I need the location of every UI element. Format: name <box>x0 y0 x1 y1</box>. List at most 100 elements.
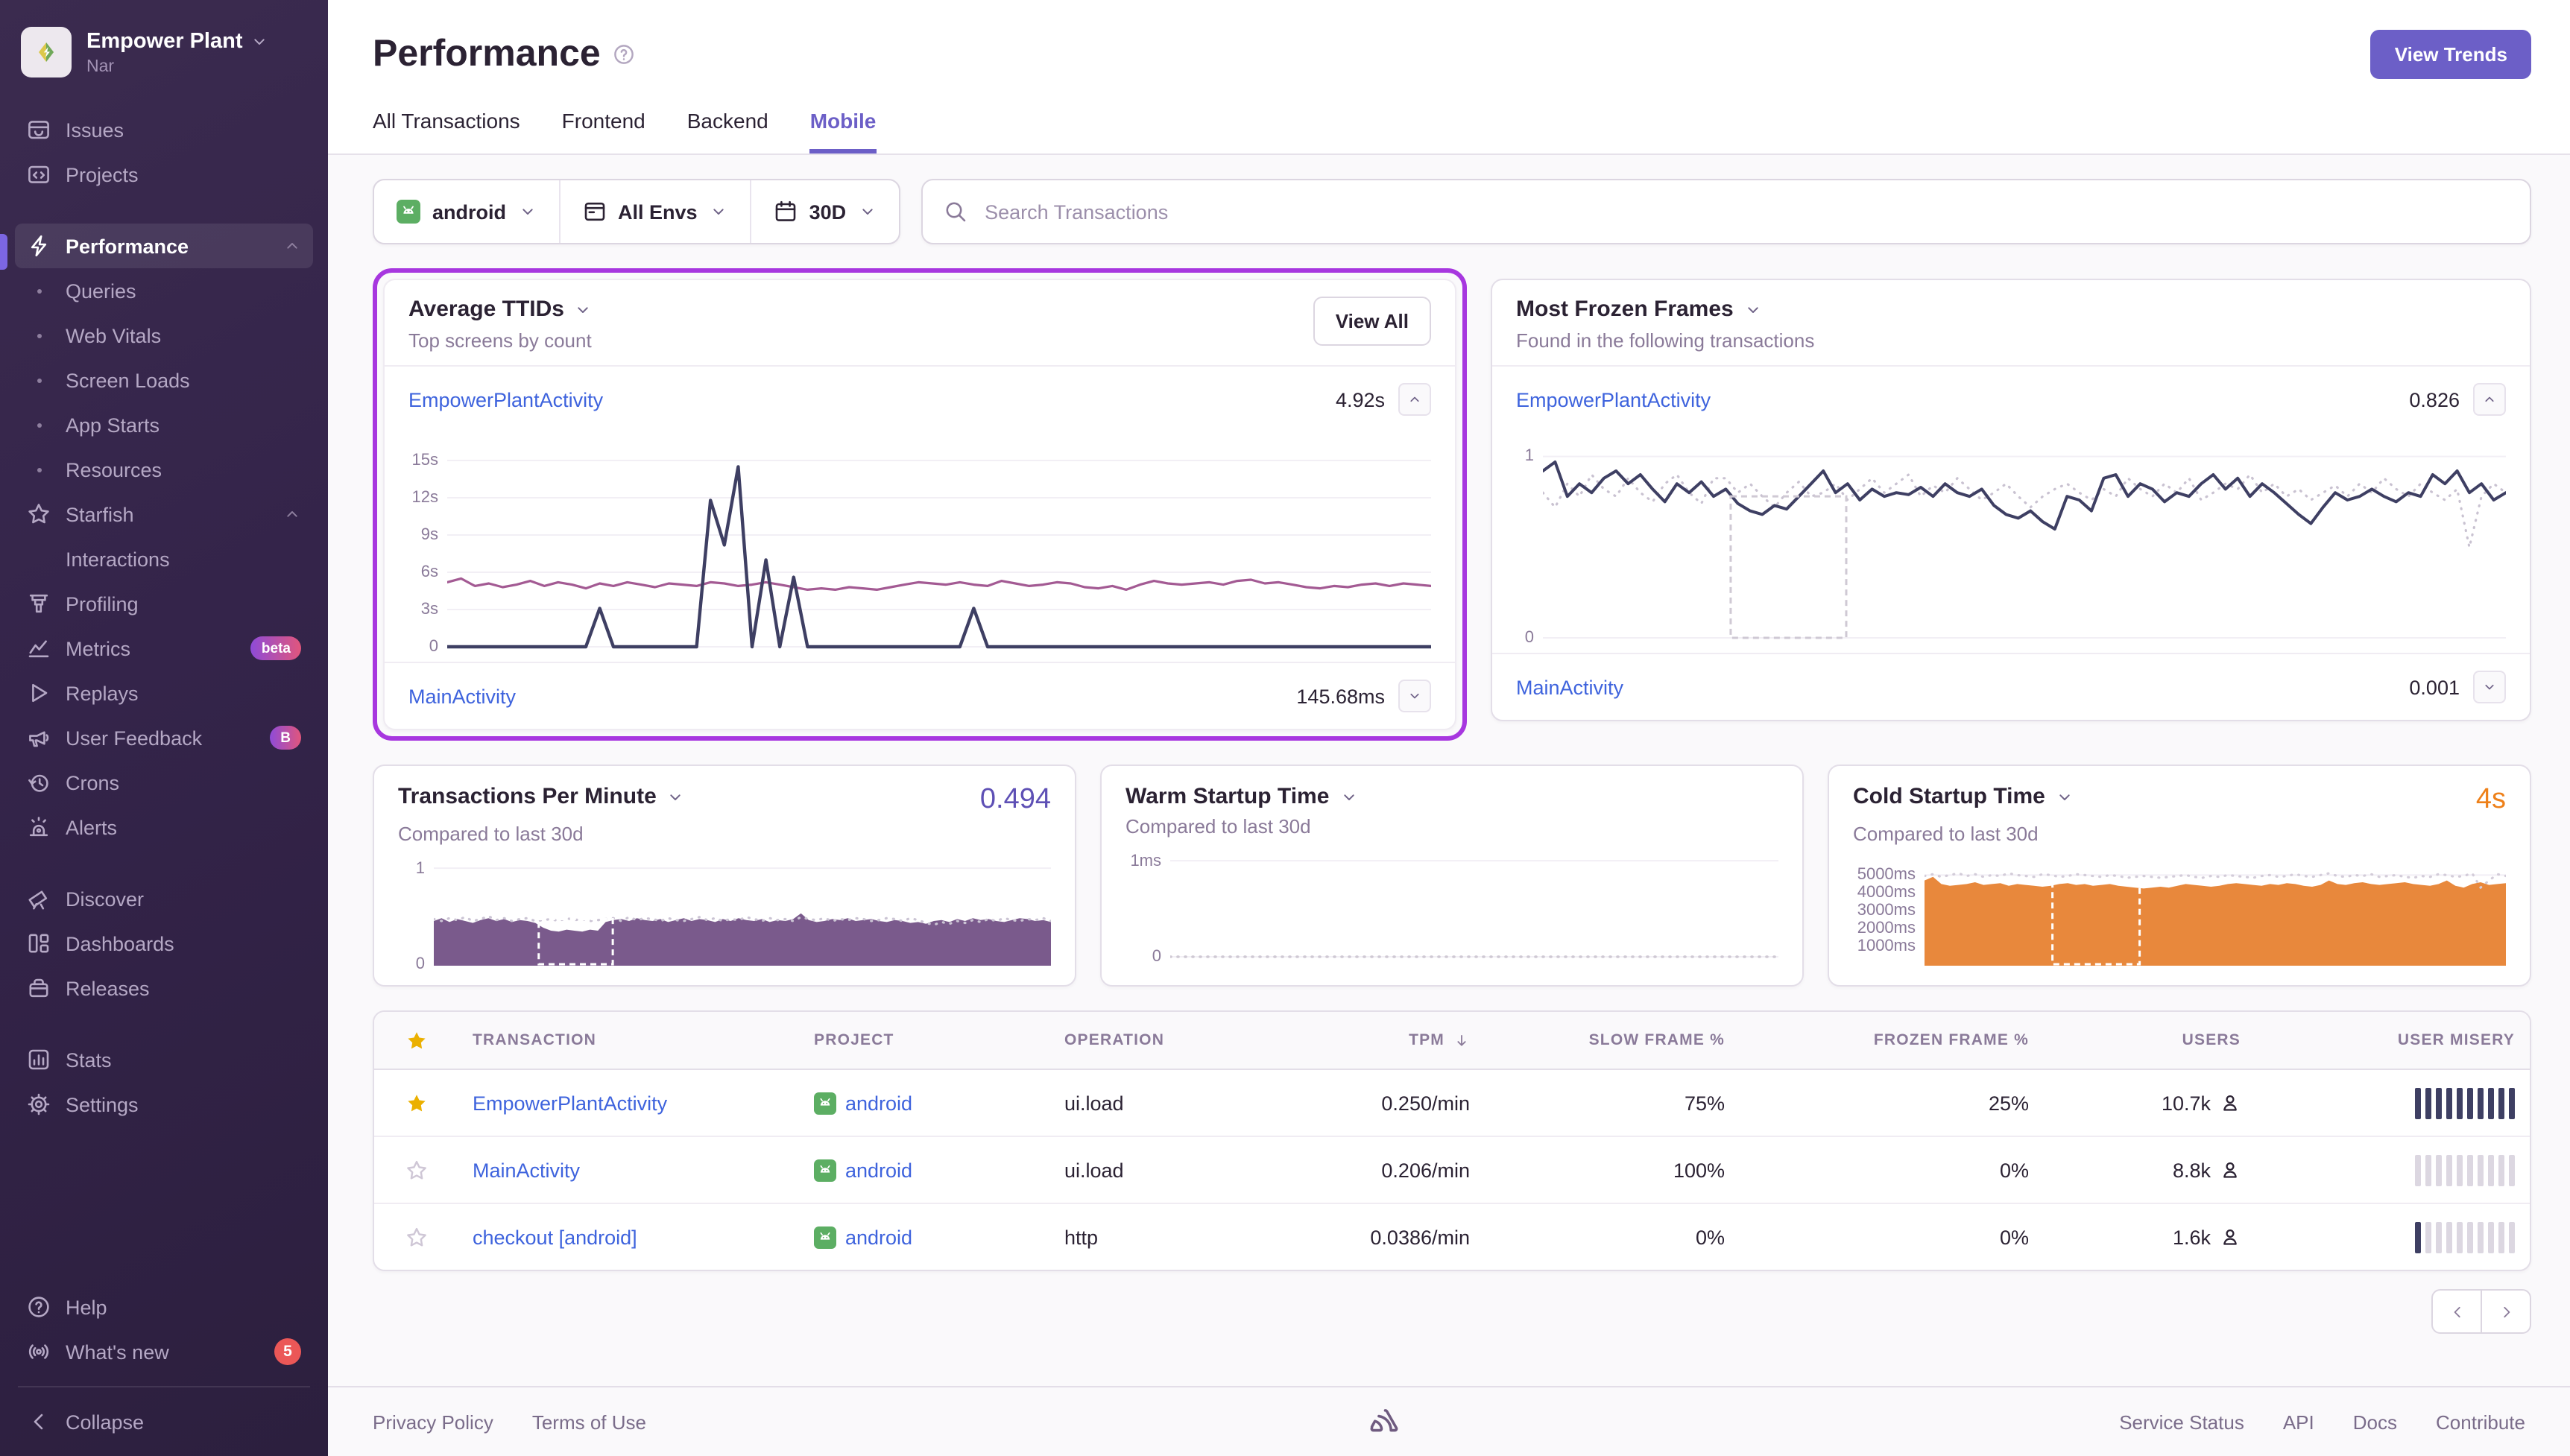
service-status-link[interactable]: Service Status <box>2119 1411 2244 1433</box>
privacy-policy-link[interactable]: Privacy Policy <box>373 1411 493 1433</box>
frozen-value: 0.001 <box>2409 676 2460 698</box>
sidebar-item-profiling[interactable]: Profiling <box>15 581 313 626</box>
column-header-star <box>374 1029 458 1051</box>
column-header-misery[interactable]: USER MISERY <box>2255 1031 2530 1049</box>
sidebar-item-label: Alerts <box>66 816 301 838</box>
date-range-filter[interactable]: 30D <box>750 180 899 243</box>
sidebar-item-issues[interactable]: Issues <box>15 107 313 152</box>
transaction-link[interactable]: MainActivity <box>473 1159 580 1181</box>
column-header-transaction[interactable]: TRANSACTION <box>458 1031 799 1049</box>
sidebar-item-crons[interactable]: Crons <box>15 760 313 805</box>
page-title: Performance <box>373 33 601 76</box>
expand-row-button[interactable] <box>2473 671 2506 703</box>
warm-startup-title-dropdown[interactable]: Warm Startup Time <box>1125 784 1357 809</box>
star-outline-icon[interactable] <box>405 1226 427 1248</box>
search-input[interactable] <box>982 199 2509 224</box>
sidebar-item-user-feedback[interactable]: User FeedbackB <box>15 715 313 760</box>
tab-mobile[interactable]: Mobile <box>810 109 877 153</box>
project-filter[interactable]: android <box>374 180 558 243</box>
sidebar-item-app-starts[interactable]: App Starts <box>15 402 313 447</box>
cold-startup-chart[interactable] <box>1925 860 2506 967</box>
tpm-chart[interactable] <box>434 860 1051 967</box>
transaction-link[interactable]: EmpowerPlantActivity <box>408 388 603 411</box>
cold-startup-title-dropdown[interactable]: Cold Startup Time <box>1853 784 2074 809</box>
tpm-title-dropdown[interactable]: Transactions Per Minute <box>398 784 685 809</box>
view-all-button[interactable]: View All <box>1313 297 1431 346</box>
star-outline-icon[interactable] <box>405 1159 427 1181</box>
sidebar-item-web-vitals[interactable]: Web Vitals <box>15 313 313 358</box>
ttid-row-mainactivity: MainActivity 145.68ms <box>385 662 1455 729</box>
y-tick-label: 15s <box>412 452 439 469</box>
transaction-link[interactable]: EmpowerPlantActivity <box>473 1092 667 1114</box>
api-link[interactable]: API <box>2283 1411 2314 1433</box>
star-filled-icon[interactable] <box>405 1092 427 1114</box>
sidebar-item-dashboards[interactable]: Dashboards <box>15 921 313 966</box>
sidebar-item-replays[interactable]: Replays <box>15 671 313 715</box>
tab-backend[interactable]: Backend <box>687 109 768 153</box>
org-switcher[interactable]: Empower Plant Nar <box>0 18 328 86</box>
collapse-row-button[interactable] <box>2473 383 2506 416</box>
expand-row-button[interactable] <box>1398 680 1431 712</box>
terms-of-use-link[interactable]: Terms of Use <box>532 1411 646 1433</box>
frozen-frames-subtitle: Found in the following transactions <box>1516 329 1814 352</box>
transaction-link[interactable]: EmpowerPlantActivity <box>1516 388 1711 411</box>
sidebar-item-interactions[interactable]: Interactions <box>15 536 313 581</box>
transaction-link[interactable]: checkout [android] <box>473 1226 637 1248</box>
sidebar-item-label: Web Vitals <box>66 324 301 346</box>
slow-frame-value: 0% <box>1696 1226 1725 1248</box>
sidebar: Empower Plant Nar IssuesProjects Performa… <box>0 0 328 1456</box>
docs-link[interactable]: Docs <box>2353 1411 2397 1433</box>
frozen-frames-chart[interactable] <box>1543 441 2506 641</box>
sidebar-item-screen-loads[interactable]: Screen Loads <box>15 358 313 402</box>
warm-y-axis: 1ms0 <box>1125 852 1170 960</box>
sidebar-item-starfish[interactable]: Starfish <box>15 492 313 536</box>
sidebar-item-stats[interactable]: Stats <box>15 1037 313 1082</box>
sidebar-item-settings[interactable]: Settings <box>15 1082 313 1127</box>
contribute-link[interactable]: Contribute <box>2436 1411 2525 1433</box>
sidebar-item-help[interactable]: Help <box>15 1285 313 1329</box>
sidebar-item-what-s-new[interactable]: What's new5 <box>15 1329 313 1374</box>
sidebar-item-queries[interactable]: Queries <box>15 268 313 313</box>
sidebar-item-collapse[interactable]: Collapse <box>15 1399 313 1444</box>
warm-chart-svg <box>1170 852 1778 960</box>
project-link[interactable]: android <box>845 1226 912 1248</box>
cold-startup-value: 4s <box>2476 784 2506 817</box>
transaction-link[interactable]: MainActivity <box>1516 676 1623 698</box>
column-header-operation[interactable]: OPERATION <box>1049 1031 1269 1049</box>
sidebar-item-releases[interactable]: Releases <box>15 966 313 1010</box>
column-header-frozen[interactable]: FROZEN FRAME % <box>1740 1031 2044 1049</box>
sidebar-item-projects[interactable]: Projects <box>15 152 313 197</box>
column-header-project[interactable]: PROJECT <box>799 1031 1049 1049</box>
org-avatar <box>21 27 72 77</box>
frozen-frames-title-dropdown[interactable]: Most Frozen Frames <box>1516 297 1814 322</box>
sidebar-divider <box>18 1386 310 1387</box>
transaction-link[interactable]: MainActivity <box>408 685 516 707</box>
tab-frontend[interactable]: Frontend <box>562 109 645 153</box>
ttid-chart[interactable] <box>447 441 1431 650</box>
ttid-chart-block: 15s12s9s6s3s0 <box>385 432 1455 662</box>
project-link[interactable]: android <box>845 1092 912 1114</box>
frozen-value: 0.826 <box>2409 388 2460 411</box>
previous-page-button[interactable] <box>2431 1289 2482 1334</box>
y-tick-label: 6s <box>421 563 438 581</box>
warm-startup-chart[interactable] <box>1170 852 1778 960</box>
view-trends-button[interactable]: View Trends <box>2371 30 2531 79</box>
megaphone-icon <box>27 726 51 750</box>
column-header-tpm[interactable]: TPM <box>1269 1031 1485 1049</box>
transactions-table: TRANSACTIONPROJECTOPERATIONTPMSLOW FRAME… <box>373 1010 2531 1271</box>
column-header-slow[interactable]: SLOW FRAME % <box>1485 1031 1740 1049</box>
sidebar-item-alerts[interactable]: Alerts <box>15 805 313 849</box>
column-header-users[interactable]: USERS <box>2044 1031 2255 1049</box>
avg-ttids-title-dropdown[interactable]: Average TTIDs <box>408 297 593 322</box>
metrics-icon <box>27 636 51 660</box>
sidebar-item-metrics[interactable]: Metricsbeta <box>15 626 313 671</box>
collapse-row-button[interactable] <box>1398 383 1431 416</box>
tpm-card: Transactions Per Minute 0.494 Compared t… <box>373 765 1076 987</box>
environment-filter[interactable]: All Envs <box>558 180 750 243</box>
sidebar-item-discover[interactable]: Discover <box>15 876 313 921</box>
sidebar-item-performance[interactable]: Performance <box>15 224 313 268</box>
sidebar-item-resources[interactable]: Resources <box>15 447 313 492</box>
project-link[interactable]: android <box>845 1159 912 1181</box>
next-page-button[interactable] <box>2481 1289 2531 1334</box>
tab-all-transactions[interactable]: All Transactions <box>373 109 520 153</box>
